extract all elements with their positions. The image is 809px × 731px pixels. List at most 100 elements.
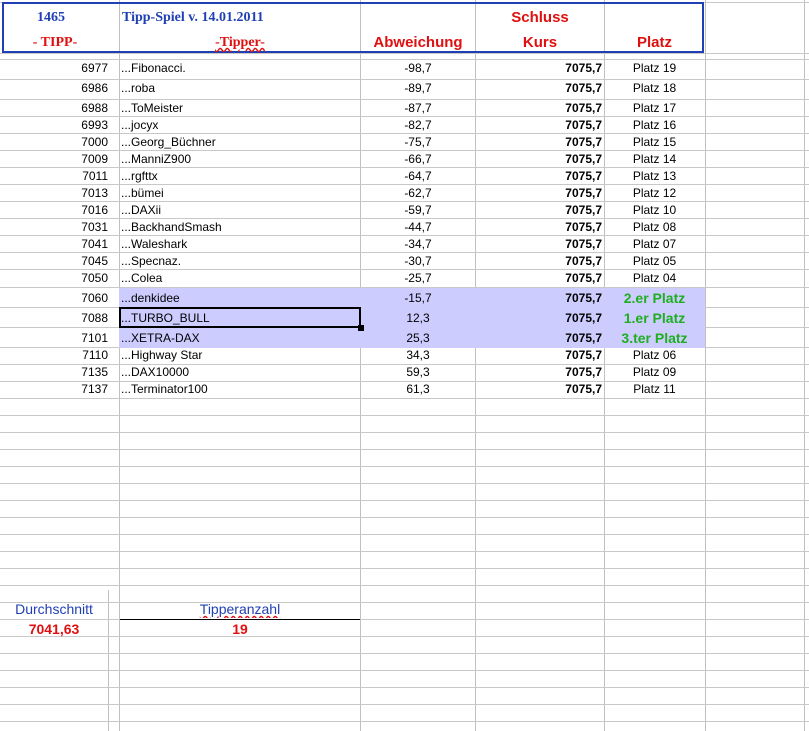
kurs-value[interactable]: 7075,7	[477, 310, 602, 327]
abweichung-value[interactable]: -87,7	[361, 100, 475, 117]
kurs-value[interactable]: 7075,7	[477, 253, 602, 270]
platz-value[interactable]: Platz 10	[605, 202, 704, 219]
kurs-value[interactable]: 7075,7	[477, 80, 602, 97]
platz-value[interactable]: Platz 09	[605, 364, 704, 381]
tipper-name[interactable]: ...Colea	[121, 270, 359, 287]
tipp-value[interactable]: 7000	[4, 134, 108, 151]
platz-value[interactable]: Platz 13	[605, 168, 704, 185]
tipper-name[interactable]: ...Specnaz.	[121, 253, 359, 270]
platz-value[interactable]: Platz 14	[605, 151, 704, 168]
abweichung-value[interactable]: -25,7	[361, 270, 475, 287]
tipp-value[interactable]: 7101	[4, 330, 108, 347]
tipper-name[interactable]: ...DAXii	[121, 202, 359, 219]
kurs-value[interactable]: 7075,7	[477, 290, 602, 307]
tipper-name[interactable]: ...rgfttx	[121, 168, 359, 185]
tipp-value[interactable]: 7011	[4, 168, 108, 185]
abweichung-value[interactable]: -98,7	[361, 60, 475, 77]
platz-value[interactable]: Platz 18	[605, 80, 704, 97]
platz-value[interactable]: Platz 16	[605, 117, 704, 134]
abweichung-value[interactable]: -89,7	[361, 80, 475, 97]
abweichung-value[interactable]: -75,7	[361, 134, 475, 151]
tipper-name[interactable]: ...roba	[121, 80, 359, 97]
tipp-value[interactable]: 7045	[4, 253, 108, 270]
durchschnitt-label: Durchschnitt	[15, 601, 93, 617]
tipper-name[interactable]: ...Highway Star	[121, 347, 359, 364]
platz-value[interactable]: Platz 12	[605, 185, 704, 202]
kurs-value[interactable]: 7075,7	[477, 236, 602, 253]
platz-value[interactable]: Platz 07	[605, 236, 704, 253]
platz-value[interactable]: Platz 06	[605, 347, 704, 364]
platz-value[interactable]: 1.er Platz	[605, 310, 704, 327]
tipp-value[interactable]: 7016	[4, 202, 108, 219]
kurs-value[interactable]: 7075,7	[477, 330, 602, 347]
kurs-value[interactable]: 7075,7	[477, 347, 602, 364]
kurs-value[interactable]: 7075,7	[477, 151, 602, 168]
tipp-value[interactable]: 7060	[4, 290, 108, 307]
tipp-value[interactable]: 6988	[4, 100, 108, 117]
tipper-name[interactable]: ...denkidee	[121, 290, 359, 307]
tipper-name[interactable]: ...bümei	[121, 185, 359, 202]
kurs-value[interactable]: 7075,7	[477, 100, 602, 117]
column-gridline	[804, 0, 805, 731]
spreadsheet[interactable]: 1465 Tipp-Spiel v. 14.01.2011 Schluss - …	[0, 0, 809, 731]
kurs-value[interactable]: 7075,7	[477, 219, 602, 236]
tipp-value[interactable]: 6977	[4, 60, 108, 77]
platz-value[interactable]: Platz 08	[605, 219, 704, 236]
tipp-value[interactable]: 6986	[4, 80, 108, 97]
abweichung-value[interactable]: 34,3	[361, 347, 475, 364]
tipp-value[interactable]: 7050	[4, 270, 108, 287]
fill-handle[interactable]	[358, 325, 364, 331]
kurs-value[interactable]: 7075,7	[477, 270, 602, 287]
tipper-name[interactable]: ...jocyx	[121, 117, 359, 134]
tipper-name[interactable]: ...ToMeister	[121, 100, 359, 117]
tipp-value[interactable]: 7013	[4, 185, 108, 202]
kurs-value[interactable]: 7075,7	[477, 185, 602, 202]
abweichung-value[interactable]: 12,3	[361, 310, 475, 327]
kurs-value[interactable]: 7075,7	[477, 134, 602, 151]
kurs-value[interactable]: 7075,7	[477, 117, 602, 134]
kurs-value[interactable]: 7075,7	[477, 168, 602, 185]
kurs-value[interactable]: 7075,7	[477, 60, 602, 77]
kurs-value[interactable]: 7075,7	[477, 381, 602, 398]
abweichung-value[interactable]: -66,7	[361, 151, 475, 168]
tipper-name[interactable]: ...DAX10000	[121, 364, 359, 381]
abweichung-value[interactable]: 61,3	[361, 381, 475, 398]
platz-value[interactable]: Platz 19	[605, 60, 704, 77]
tipp-value[interactable]: 7031	[4, 219, 108, 236]
tipp-value[interactable]: 7137	[4, 381, 108, 398]
platz-value[interactable]: 3.ter Platz	[605, 330, 704, 347]
row-gridline	[0, 585, 809, 586]
abweichung-value[interactable]: -64,7	[361, 168, 475, 185]
abweichung-value[interactable]: -62,7	[361, 185, 475, 202]
platz-value[interactable]: Platz 11	[605, 381, 704, 398]
tipp-value[interactable]: 6993	[4, 117, 108, 134]
tipp-value[interactable]: 7088	[4, 310, 108, 327]
tipper-name[interactable]: ...Fibonacci.	[121, 60, 359, 77]
abweichung-value[interactable]: -44,7	[361, 219, 475, 236]
tipper-name[interactable]: ...ManniZ900	[121, 151, 359, 168]
abweichung-value[interactable]: -15,7	[361, 290, 475, 307]
abweichung-value[interactable]: 59,3	[361, 364, 475, 381]
abweichung-value[interactable]: -59,7	[361, 202, 475, 219]
tipp-value[interactable]: 7009	[4, 151, 108, 168]
tipper-name[interactable]: ...BackhandSmash	[121, 219, 359, 236]
tipper-name[interactable]: ...Waleshark	[121, 236, 359, 253]
platz-value[interactable]: Platz 17	[605, 100, 704, 117]
kurs-value[interactable]: 7075,7	[477, 364, 602, 381]
active-cell-selection[interactable]	[119, 307, 361, 328]
platz-value[interactable]: Platz 15	[605, 134, 704, 151]
abweichung-value[interactable]: -30,7	[361, 253, 475, 270]
kurs-value[interactable]: 7075,7	[477, 202, 602, 219]
tipper-name[interactable]: ...Terminator100	[121, 381, 359, 398]
tipp-value[interactable]: 7110	[4, 347, 108, 364]
tipper-name[interactable]: ...XETRA-DAX	[121, 330, 359, 347]
abweichung-value[interactable]: 25,3	[361, 330, 475, 347]
abweichung-value[interactable]: -34,7	[361, 236, 475, 253]
platz-value[interactable]: Platz 04	[605, 270, 704, 287]
tipper-name[interactable]: ...Georg_Büchner	[121, 134, 359, 151]
platz-value[interactable]: Platz 05	[605, 253, 704, 270]
tipp-value[interactable]: 7135	[4, 364, 108, 381]
tipp-value[interactable]: 7041	[4, 236, 108, 253]
platz-value[interactable]: 2.er Platz	[605, 290, 704, 307]
abweichung-value[interactable]: -82,7	[361, 117, 475, 134]
